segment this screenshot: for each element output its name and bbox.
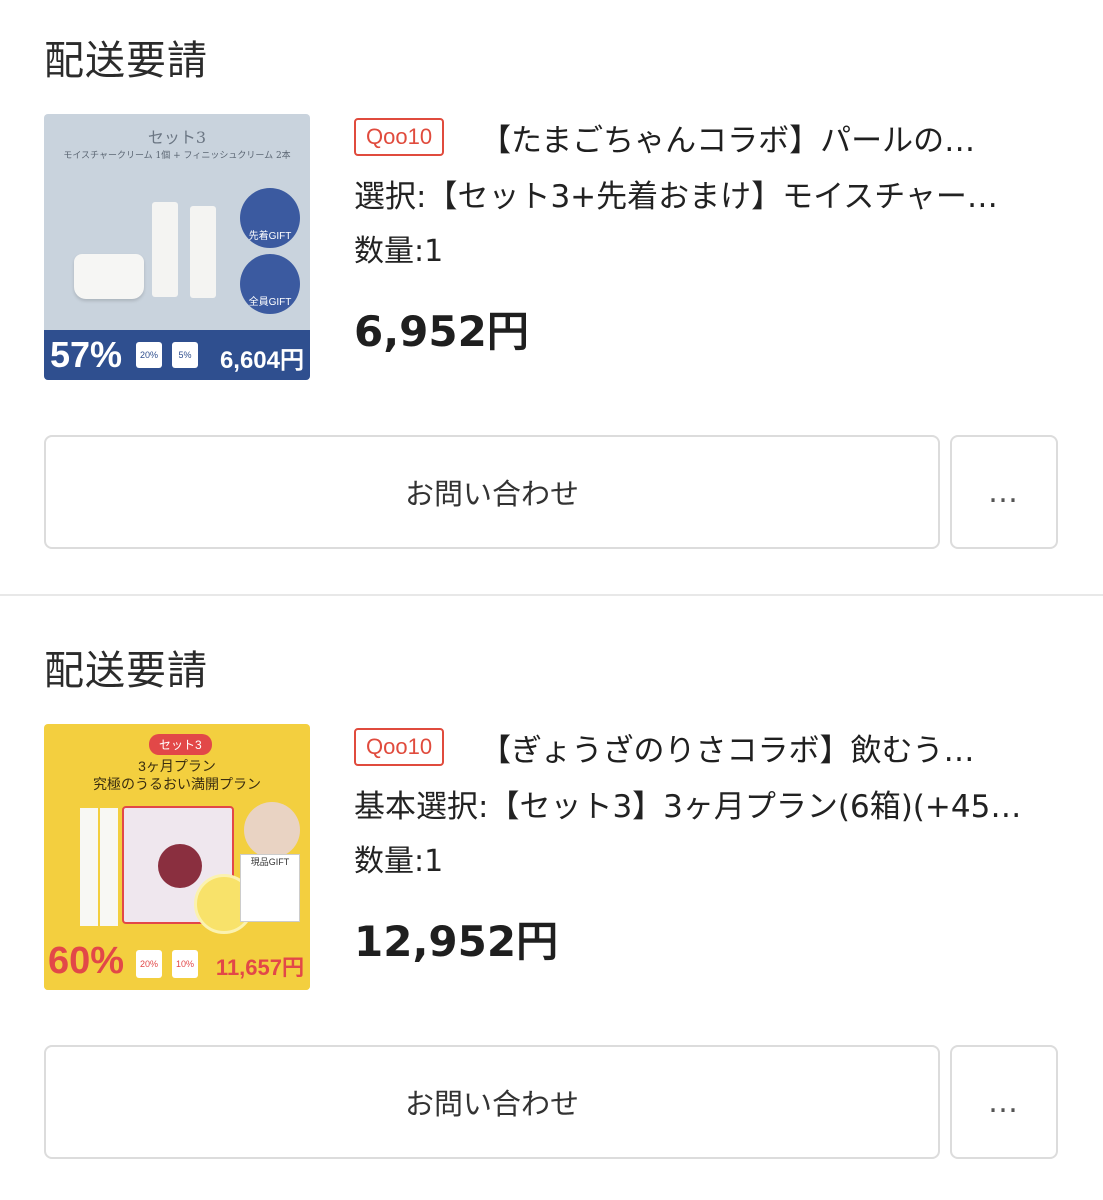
coupon-badge: 10%: [172, 950, 198, 978]
product-info: Qoo10 【たまごちゃんコラボ】パールの… 選択:【セット3+先着おまけ】モイ…: [354, 113, 1064, 359]
product-image[interactable]: セット3 3ヶ月プラン 究極のうるおい満開プラン 現品GIFT 60% 20% …: [44, 724, 310, 990]
more-horizontal-icon: …: [988, 474, 1020, 510]
image-subtitle: モイスチャークリーム 1個 + フィニッシュクリーム 2本: [63, 151, 291, 161]
product-quantity: 数量:1: [354, 234, 444, 269]
discount-percent: 60%: [48, 940, 125, 982]
product-info: Qoo10 【ぎょうざのりさコラボ】飲むう… 基本選択:【セット3】3ヶ月プラン…: [354, 723, 1064, 969]
tube-graphic: [152, 202, 178, 297]
tube-graphic: [190, 206, 216, 298]
image-set-label: セット3: [147, 128, 207, 147]
gift-badge: 現品GIFT: [240, 854, 300, 922]
stick-pack-graphic: [80, 808, 98, 926]
product-option: 選択:【セット3+先着おまけ】モイスチャー…: [354, 179, 998, 215]
shop-badge: Qoo10: [354, 118, 445, 156]
product-price: 6,952円: [354, 307, 529, 356]
gift-badge: 先着GIFT: [240, 188, 300, 248]
shop-badge: Qoo10: [354, 728, 445, 766]
product-image-artwork: セット3 モイスチャークリーム 1個 + フィニッシュクリーム 2本 先着GIF…: [44, 114, 310, 380]
model-photo: [244, 802, 300, 858]
inquiry-button[interactable]: お問い合わせ: [44, 435, 940, 549]
product-image-artwork: セット3 3ヶ月プラン 究極のうるおい満開プラン 現品GIFT 60% 20% …: [44, 724, 310, 990]
section-divider: [0, 594, 1103, 596]
inquiry-button[interactable]: お問い合わせ: [44, 1045, 940, 1159]
image-line1: 3ヶ月プラン: [138, 758, 216, 774]
product-option: 基本選択:【セット3】3ヶ月プラン(6箱)(+45…: [354, 789, 1022, 825]
coupon-badge: 20%: [136, 950, 162, 978]
gift-badge: 全員GIFT: [240, 254, 300, 314]
image-line2: 究極のうるおい満開プラン: [93, 776, 261, 792]
mega-price: 11,657円: [215, 955, 304, 980]
image-set-label: セット3: [149, 734, 212, 755]
more-horizontal-icon: …: [988, 1084, 1020, 1120]
more-options-button[interactable]: …: [950, 435, 1058, 549]
mega-price: 6,604円: [219, 347, 304, 374]
product-price: 12,952円: [354, 917, 559, 966]
coupon-badge: 5%: [172, 342, 198, 368]
discount-band: 57% 20% 5% 6,604円: [44, 330, 310, 380]
discount-band: 60% 20% 10% 11,657円: [44, 938, 310, 990]
discount-percent: 57%: [50, 334, 123, 375]
product-quantity: 数量:1: [354, 844, 444, 879]
coupon-badge: 20%: [136, 342, 162, 368]
stick-pack-graphic: [100, 808, 118, 926]
order-status: 配送要請: [44, 648, 208, 694]
more-options-button[interactable]: …: [950, 1045, 1058, 1159]
order-status: 配送要請: [44, 38, 208, 84]
product-title[interactable]: 【ぎょうざのりさコラボ】飲むう…: [480, 725, 974, 770]
product-title[interactable]: 【たまごちゃんコラボ】パールの…: [480, 115, 975, 160]
product-image[interactable]: セット3 モイスチャークリーム 1個 + フィニッシュクリーム 2本 先着GIF…: [44, 114, 310, 380]
cream-jar-graphic: [74, 254, 144, 299]
